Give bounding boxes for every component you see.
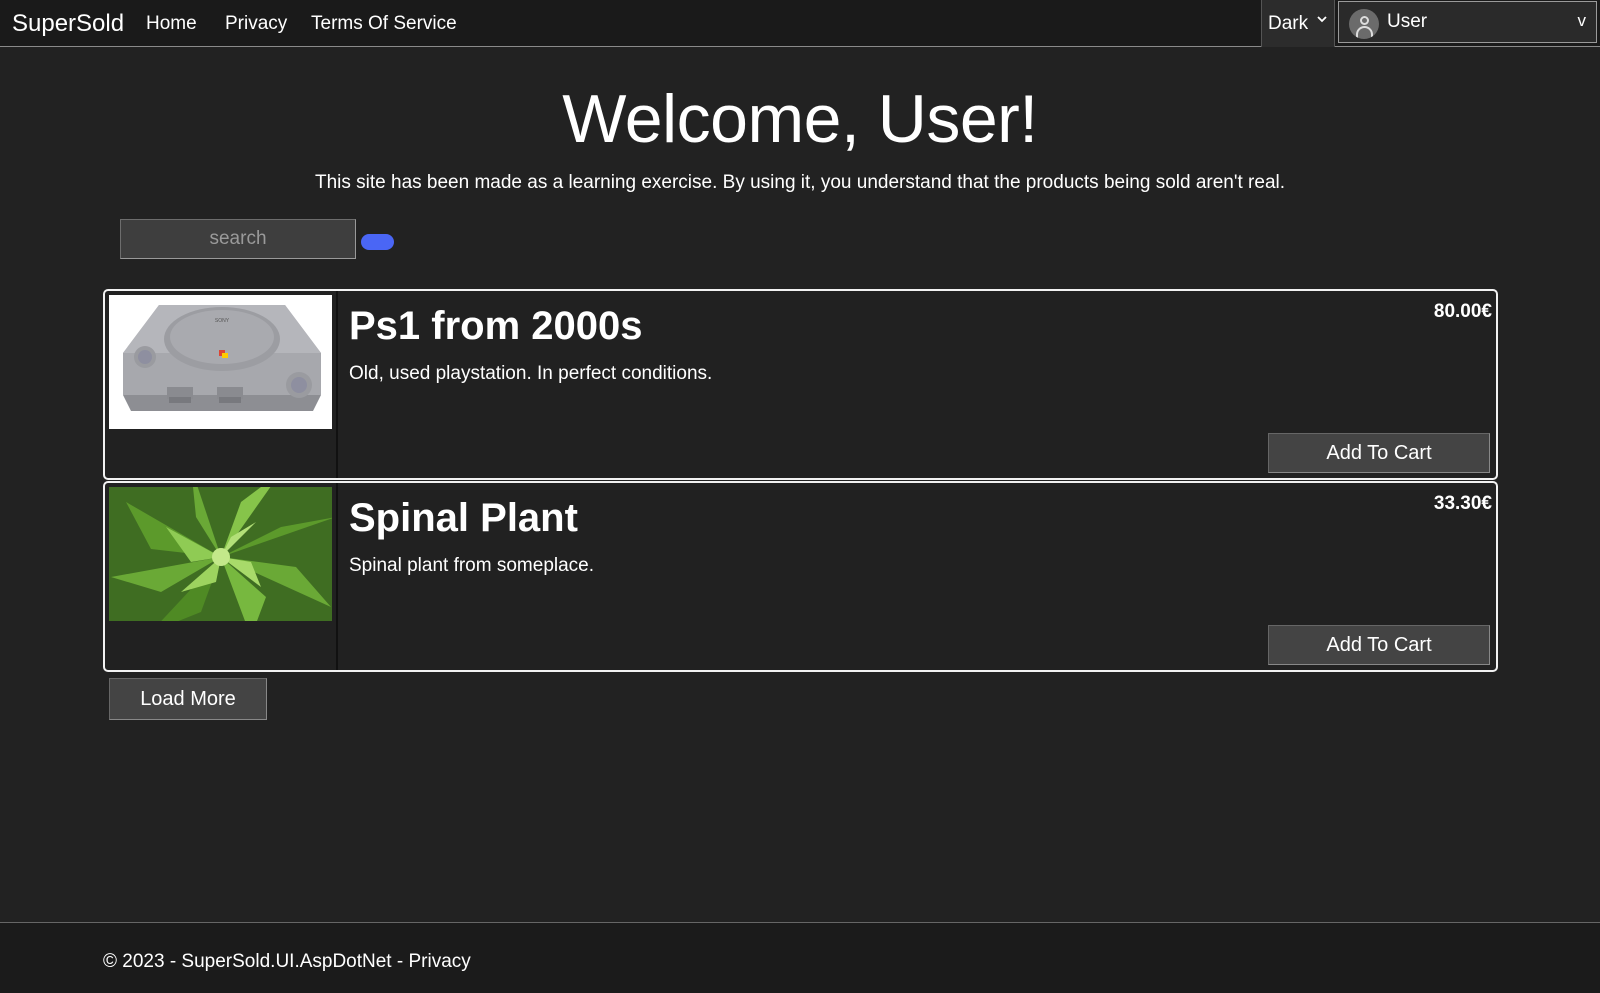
page-title: Welcome, User! bbox=[562, 81, 1038, 157]
footer: © 2023 - SuperSold.UI.AspDotNet - Privac… bbox=[0, 922, 1600, 993]
product-card: SONY Ps1 from 2000s Old, used playstatio… bbox=[103, 289, 1498, 480]
product-title: Spinal Plant bbox=[349, 496, 578, 540]
product-price: 80.00€ bbox=[1433, 301, 1492, 322]
theme-select-value: Dark bbox=[1268, 13, 1309, 34]
spiral-plant-image bbox=[109, 487, 332, 621]
chevron-down-icon: v bbox=[1577, 11, 1587, 30]
load-more-button[interactable]: Load More bbox=[109, 678, 267, 720]
product-title: Ps1 from 2000s bbox=[349, 304, 643, 348]
top-navbar: SuperSold Home Privacy Terms Of Service … bbox=[0, 0, 1600, 47]
nav-home-link[interactable]: Home bbox=[146, 13, 197, 35]
product-description: Old, used playstation. In perfect condit… bbox=[349, 363, 713, 384]
search-button[interactable] bbox=[361, 234, 394, 250]
copyright-text: © 2023 - SuperSold.UI.AspDotNet - bbox=[103, 951, 409, 972]
ps1-console-image: SONY bbox=[109, 295, 332, 429]
search-input[interactable] bbox=[120, 219, 356, 259]
svg-text:SONY: SONY bbox=[215, 318, 230, 324]
disclaimer-text: This site has been made as a learning ex… bbox=[314, 172, 1286, 193]
product-description: Spinal plant from someplace. bbox=[349, 555, 595, 576]
footer-text: © 2023 - SuperSold.UI.AspDotNet - Privac… bbox=[103, 951, 471, 973]
theme-select[interactable]: Dark bbox=[1261, 0, 1335, 47]
footer-privacy-link[interactable]: Privacy bbox=[408, 951, 470, 972]
product-card: Spinal Plant Spinal plant from someplace… bbox=[103, 481, 1498, 672]
add-to-cart-button[interactable]: Add To Cart bbox=[1268, 433, 1490, 473]
add-to-cart-button[interactable]: Add To Cart bbox=[1268, 625, 1490, 665]
chevron-down-icon bbox=[1316, 12, 1328, 29]
brand-link[interactable]: SuperSold bbox=[12, 10, 124, 38]
product-price: 33.30€ bbox=[1433, 493, 1492, 514]
user-menu-select[interactable]: User v bbox=[1338, 1, 1597, 43]
nav-terms-link[interactable]: Terms Of Service bbox=[311, 13, 457, 35]
product-image-column bbox=[105, 483, 338, 670]
product-image-column: SONY bbox=[105, 291, 338, 478]
user-name: User bbox=[1387, 11, 1428, 32]
nav-privacy-link[interactable]: Privacy bbox=[225, 13, 287, 35]
user-avatar-icon bbox=[1349, 9, 1379, 39]
